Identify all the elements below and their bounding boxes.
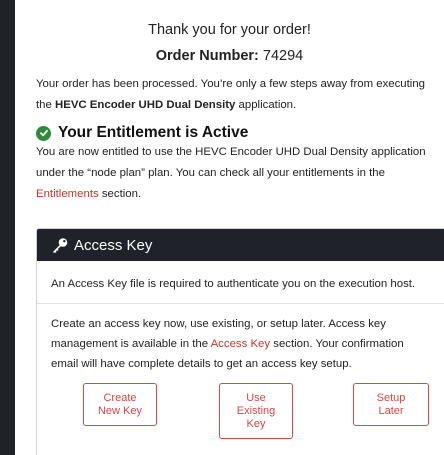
intro-text: Your order has been processed. You’re on… [15, 74, 444, 116]
access-key-instructions: Create an access key now, use existing, … [51, 314, 433, 374]
order-confirmation-panel: Thank you for your order! Order Number: … [15, 0, 444, 455]
divider [37, 303, 444, 304]
create-new-key-label: Create New Key [98, 392, 142, 418]
setup-later-button[interactable]: Setup Later [353, 383, 429, 426]
entitlement-text-after: section. [98, 188, 142, 200]
use-line-1: Use [246, 391, 266, 404]
entitlement-text-before: You are now entitled to use the HEVC Enc… [36, 146, 426, 179]
access-key-actions: Create New Key Use Existing Key Setup Later [51, 383, 433, 443]
setup-line-2: Later [378, 404, 404, 417]
access-key-card: Access Key An Access Key file is require… [36, 228, 444, 455]
check-circle-icon [36, 125, 51, 141]
access-key-header: Access Key [37, 229, 444, 261]
entitlement-text: You are now entitled to use the HEVC Enc… [15, 142, 444, 205]
entitlement-heading: Your Entitlement is Active [15, 124, 444, 142]
setup-later-label: Setup Later [377, 392, 406, 418]
order-number-label: Order Number: [155, 48, 259, 64]
use-line-3: Key [246, 417, 266, 430]
create-new-key-button[interactable]: Create New Key [83, 383, 157, 426]
access-key-title: Access Key [74, 236, 153, 254]
page: Thank you for your order! Order Number: … [0, 0, 444, 455]
app-name: HEVC Encoder UHD Dual Density [55, 99, 236, 111]
access-key-body: An Access Key file is required to authen… [37, 274, 444, 443]
entitlement-heading-text: Your Entitlement is Active [58, 124, 249, 141]
use-existing-key-label: Use Existing Key [237, 392, 276, 431]
order-number-line: Order Number: 74294 [15, 48, 444, 64]
order-number-value: 74294 [262, 48, 304, 64]
access-key-link[interactable]: Access Key [211, 338, 271, 350]
setup-line-1: Setup [376, 391, 406, 404]
entitlements-link[interactable]: Entitlements [36, 188, 99, 200]
key-icon [51, 237, 69, 253]
create-line-1: Create [103, 391, 137, 404]
use-line-2: Existing [236, 404, 276, 417]
intro-text-after: application. [235, 99, 297, 111]
use-existing-key-button[interactable]: Use Existing Key [219, 383, 293, 439]
create-line-2: New Key [97, 404, 143, 417]
access-key-required-text: An Access Key file is required to authen… [51, 278, 416, 290]
thank-you-heading: Thank you for your order! [148, 22, 311, 38]
